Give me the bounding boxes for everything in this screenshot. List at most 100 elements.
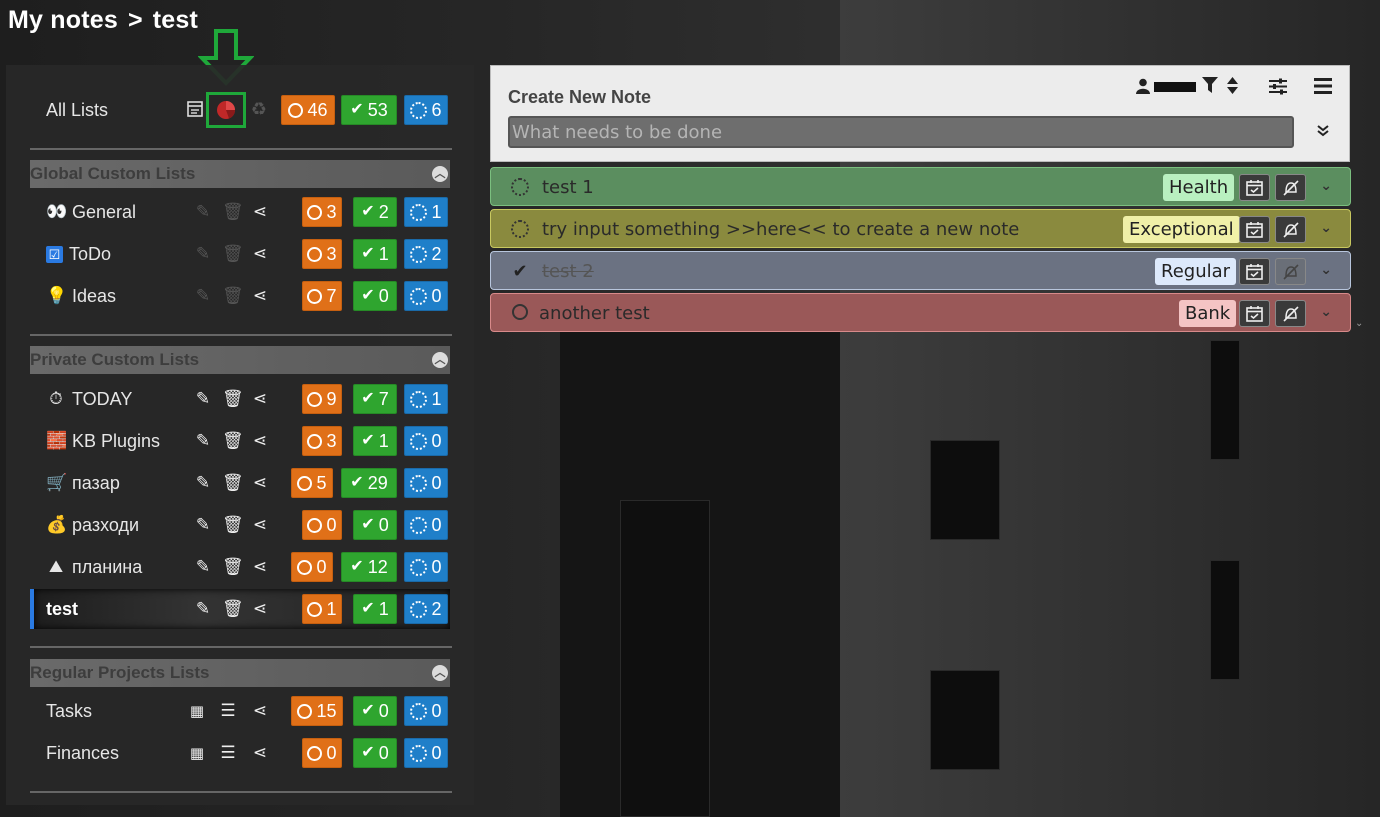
open-count[interactable]: 3 [302,239,342,269]
trash-icon[interactable]: 🗑 [222,389,244,409]
breadcrumb-root[interactable]: My notes [8,6,118,34]
expand-chevron-icon[interactable]: ⌄ [1320,178,1332,194]
calendar-icon[interactable] [1239,174,1270,201]
note-item[interactable]: ✔ test 2 Regular ⌄ [490,251,1351,290]
calendar-icon[interactable] [1239,216,1270,243]
share-icon[interactable]: ⋖ [250,286,270,306]
note-tag[interactable]: Regular [1155,258,1237,285]
filter-icon[interactable] [1202,77,1218,99]
open-count[interactable]: 1 [302,594,342,624]
open-count[interactable]: 0 [302,738,342,768]
project-item-finances[interactable]: Finances ▦ ☰ ⋖ 0 ✔ 0 0 [30,735,450,771]
progress-count[interactable]: 0 [404,510,448,540]
share-icon[interactable]: ⋖ [250,202,270,222]
progress-count[interactable]: 0 [404,426,448,456]
grid-view-icon[interactable]: ▦ [187,743,207,763]
share-icon[interactable]: ⋖ [250,701,270,721]
notification-off-icon[interactable] [1275,300,1306,327]
list-item-pazar[interactable]: 🛒 пазар ✎ 🗑 ⋖ 5 ✔ 29 0 [30,465,450,501]
done-check-icon[interactable]: ✔ [510,262,530,282]
done-count[interactable]: ✔ 0 [353,510,397,540]
collapse-icon[interactable]: ︿ [432,665,448,681]
expand-chevron-icon[interactable]: ⌄ [1320,220,1332,236]
all-progress-count[interactable]: 6 [404,95,448,125]
done-count[interactable]: ✔ 1 [353,239,397,269]
done-count[interactable]: ✔ 29 [341,468,397,498]
list-item-test-active[interactable]: test ✎ 🗑 ⋖ 1 ✔ 1 2 [30,589,450,629]
done-count[interactable]: ✔ 1 [353,426,397,456]
notepad-icon[interactable] [185,100,205,120]
open-count[interactable]: 15 [291,696,343,726]
done-count[interactable]: ✔ 7 [353,384,397,414]
trash-icon[interactable]: 🗑 [222,473,244,493]
section-header-projects[interactable]: Regular Projects Lists ︿ [30,659,450,687]
pie-chart-statistics-icon[interactable] [206,92,246,128]
note-tag[interactable]: Bank [1179,300,1237,327]
done-count[interactable]: ✔ 1 [353,594,397,624]
scroll-down-icon[interactable]: ⌄ [1355,318,1363,329]
list-view-icon[interactable]: ☰ [218,743,238,763]
list-item-general[interactable]: 👀 General ✎ 🗑 ⋖ 3 ✔ 2 1 [30,194,450,230]
note-item[interactable]: try input something >>here<< to create a… [490,209,1351,248]
notification-off-icon[interactable] [1275,174,1306,201]
all-open-count[interactable]: 46 [281,95,335,125]
all-lists-row[interactable]: All Lists ♻ 46 ✔ 53 6 [30,92,450,128]
done-count[interactable]: ✔ 0 [353,696,397,726]
open-count[interactable]: 7 [302,281,342,311]
list-item-todo[interactable]: ☑ ToDo ✎ 🗑 ⋖ 3 ✔ 1 2 [30,236,450,272]
share-icon[interactable]: ⋖ [250,743,270,763]
share-icon[interactable]: ⋖ [250,599,270,619]
note-text[interactable]: another test [539,303,650,324]
open-count[interactable]: 3 [302,197,342,227]
done-count[interactable]: ✔ 0 [353,738,397,768]
recycle-icon[interactable]: ♻ [249,100,269,120]
trash-icon[interactable]: 🗑 [222,515,244,535]
list-item-today[interactable]: ⏱ TODAY ✎ 🗑 ⋖ 9 ✔ 7 1 [30,381,450,417]
edit-icon[interactable]: ✎ [193,473,213,493]
done-count[interactable]: ✔ 12 [341,552,397,582]
open-count[interactable]: 3 [302,426,342,456]
collapse-icon[interactable]: ︿ [432,352,448,368]
list-item-planina[interactable]: ⛰ планина ✎ 🗑 ⋖ 0 ✔ 12 0 [30,549,450,585]
open-count[interactable]: 5 [291,468,333,498]
section-header-private[interactable]: Private Custom Lists ︿ [30,346,450,374]
progress-count[interactable]: 1 [404,197,448,227]
note-text[interactable]: try input something >>here<< to create a… [542,219,1019,240]
hamburger-menu-icon[interactable] [1314,78,1332,99]
list-view-icon[interactable]: ☰ [218,701,238,721]
progress-count[interactable]: 2 [404,239,448,269]
edit-icon[interactable]: ✎ [193,389,213,409]
progress-count[interactable]: 0 [404,738,448,768]
user-icon[interactable] [1136,78,1150,99]
trash-icon[interactable]: 🗑 [222,599,244,619]
progress-count[interactable]: 0 [404,552,448,582]
edit-icon[interactable]: ✎ [193,557,213,577]
in-progress-status-icon[interactable] [510,178,530,198]
settings-sliders-icon[interactable] [1269,78,1287,100]
expand-chevron-icon[interactable]: ⌄ [1320,262,1332,278]
all-done-count[interactable]: ✔ 53 [341,95,397,125]
done-count[interactable]: ✔ 2 [353,197,397,227]
calendar-icon[interactable] [1239,258,1270,285]
progress-count[interactable]: 0 [404,281,448,311]
progress-count[interactable]: 0 [404,696,448,726]
expand-chevron-icon[interactable]: ⌄ [1320,304,1332,320]
share-icon[interactable]: ⋖ [250,431,270,451]
share-icon[interactable]: ⋖ [250,244,270,264]
note-item[interactable]: test 1 Health ⌄ [490,167,1351,206]
edit-icon[interactable]: ✎ [193,599,213,619]
notification-off-icon[interactable] [1275,258,1306,285]
new-note-input[interactable] [508,116,1294,148]
trash-icon[interactable]: 🗑 [222,557,244,577]
section-header-global[interactable]: Global Custom Lists ︿ [30,160,450,188]
note-text[interactable]: test 1 [542,177,594,198]
sort-icon[interactable] [1227,77,1238,99]
note-tag[interactable]: Exceptional [1123,216,1240,243]
calendar-icon[interactable] [1239,300,1270,327]
grid-view-icon[interactable]: ▦ [187,701,207,721]
share-icon[interactable]: ⋖ [250,473,270,493]
progress-count[interactable]: 1 [404,384,448,414]
collapse-icon[interactable]: ︿ [432,166,448,182]
note-item[interactable]: another test Bank ⌄ [490,293,1351,332]
share-icon[interactable]: ⋖ [250,515,270,535]
